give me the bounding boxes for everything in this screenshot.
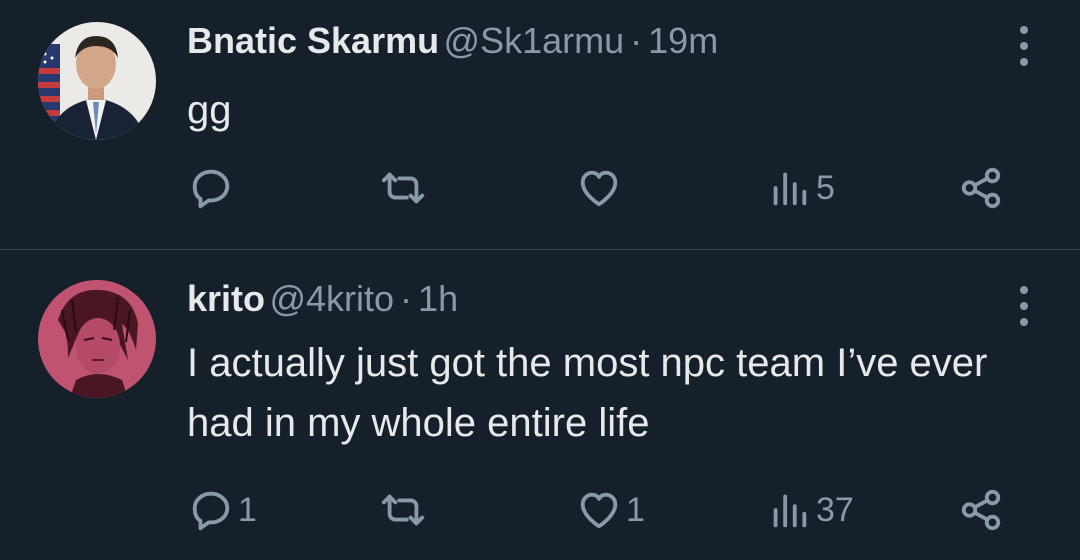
views-count: 37	[816, 490, 854, 529]
tweet[interactable]: krito @4krito · 1h I actually just got the…	[0, 250, 1080, 560]
share-icon	[961, 167, 1001, 209]
retweet-icon	[381, 494, 425, 526]
retweet-button[interactable]	[380, 480, 430, 540]
more-options-icon[interactable]	[1016, 286, 1032, 326]
username-handle[interactable]: @4krito	[269, 278, 394, 319]
username-handle[interactable]: @Sk1armu	[444, 20, 625, 61]
avatar-suit-man-icon	[38, 22, 156, 140]
retweet-button[interactable]	[380, 158, 430, 218]
like-button[interactable]	[576, 158, 626, 218]
views-button[interactable]: 37	[766, 480, 854, 540]
tweet-text: gg	[187, 88, 232, 132]
share-button[interactable]	[958, 480, 1004, 540]
tweet-actions: 5	[0, 158, 1080, 218]
avatar[interactable]	[38, 22, 156, 140]
avatar-anime-drawing-icon	[38, 280, 156, 398]
heart-icon	[580, 170, 618, 207]
reply-button[interactable]: 1	[188, 480, 257, 540]
tweet-actions: 1 1 37	[0, 480, 1080, 540]
views-count: 5	[816, 168, 835, 207]
timestamp[interactable]: 19m	[648, 20, 718, 61]
heart-icon	[580, 492, 618, 529]
timestamp[interactable]: 1h	[418, 278, 458, 319]
display-name[interactable]: krito	[187, 278, 265, 319]
separator-dot: ·	[630, 20, 643, 61]
like-count: 1	[626, 490, 645, 529]
share-button[interactable]	[958, 158, 1004, 218]
avatar[interactable]	[38, 280, 156, 398]
tweet-header: krito @4krito · 1h	[187, 278, 458, 320]
analytics-icon	[773, 494, 807, 528]
tweet-header: Bnatic Skarmu @Sk1armu · 19m	[187, 20, 718, 62]
tweet-text: I actually just got the most npc team I’…	[187, 341, 988, 445]
reply-icon	[192, 491, 230, 531]
share-icon	[961, 489, 1001, 531]
retweet-icon	[381, 172, 425, 204]
more-options-icon[interactable]	[1016, 26, 1032, 66]
reply-icon	[192, 169, 230, 209]
like-button[interactable]: 1	[576, 480, 645, 540]
views-button[interactable]: 5	[766, 158, 835, 218]
display-name[interactable]: Bnatic Skarmu	[187, 20, 439, 61]
tweet[interactable]: Bnatic Skarmu @Sk1armu · 19m gg 5	[0, 0, 1080, 249]
reply-button[interactable]	[188, 158, 238, 218]
separator-dot: ·	[400, 278, 413, 319]
analytics-icon	[773, 172, 807, 206]
reply-count: 1	[238, 490, 257, 529]
